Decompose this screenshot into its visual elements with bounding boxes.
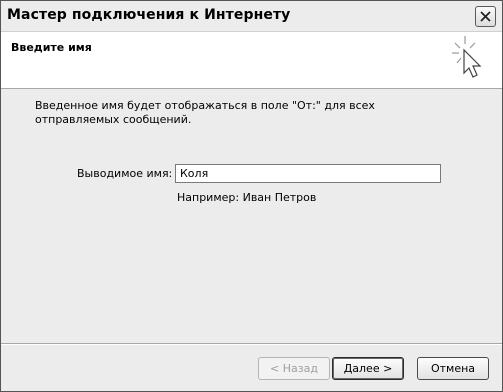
close-button[interactable] <box>475 6 496 27</box>
title-bar[interactable]: Мастер подключения к Интернету <box>1 1 502 32</box>
wizard-header: Введите имя <box>1 32 502 89</box>
next-button[interactable]: Далее > <box>332 357 404 380</box>
wizard-window: Мастер подключения к Интернету Введите и… <box>0 0 503 392</box>
display-name-label: Выводимое имя: <box>77 167 173 180</box>
description-text: Введенное имя будет отображаться в поле … <box>35 99 375 126</box>
window-title: Мастер подключения к Интернету <box>7 7 291 23</box>
page-title: Введите имя <box>11 41 92 54</box>
example-text: Например: Иван Петров <box>177 191 317 204</box>
sparkle-cursor-icon <box>452 36 482 78</box>
footer-divider <box>1 343 502 345</box>
close-icon <box>480 11 491 22</box>
back-button[interactable]: < Назад <box>258 357 330 380</box>
display-name-input[interactable] <box>175 164 441 183</box>
cancel-button[interactable]: Отмена <box>417 357 489 380</box>
wizard-content: Введенное имя будет отображаться в поле … <box>1 89 502 339</box>
